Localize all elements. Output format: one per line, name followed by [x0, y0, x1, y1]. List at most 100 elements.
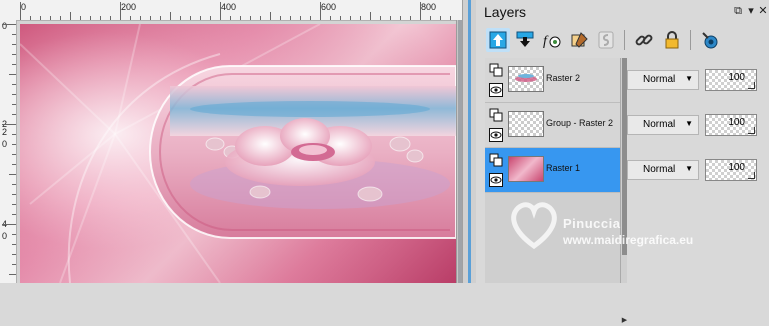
- palette-title-bar[interactable]: Layers ⧉ ▾ ✕: [476, 0, 769, 24]
- scroll-down-arrow-icon[interactable]: ▶: [621, 316, 628, 326]
- ruler-tick: [12, 214, 16, 215]
- ruler-tick: [310, 16, 311, 20]
- new-raster-layer-button[interactable]: [486, 28, 510, 52]
- ruler-tick: [12, 194, 16, 195]
- ruler-tick: [12, 54, 16, 55]
- ruler-tick: [130, 16, 131, 20]
- ruler-tick: [80, 16, 81, 20]
- ruler-tick: [140, 16, 141, 20]
- layer-row-raster-1[interactable]: Raster 1: [485, 148, 620, 193]
- ruler-tick: [380, 16, 381, 20]
- layer-name: Group - Raster 2: [546, 118, 614, 128]
- ruler-tick: [12, 164, 16, 165]
- opacity-slider-grip[interactable]: [748, 127, 755, 134]
- layer-row-raster-2[interactable]: Raster 2: [485, 58, 620, 103]
- blend-mode-dropdown[interactable]: Normal ▼: [627, 115, 699, 135]
- new-vector-layer-button[interactable]: [513, 28, 537, 52]
- close-icon[interactable]: ✕: [755, 3, 769, 19]
- ruler-tick: [450, 16, 451, 20]
- ruler-tick: [12, 204, 16, 205]
- ruler-tick: [90, 16, 91, 20]
- ruler-tick: [350, 16, 351, 20]
- blend-mode-dropdown[interactable]: Normal ▼: [627, 70, 699, 90]
- opacity-slider-grip[interactable]: [748, 82, 755, 89]
- ruler-tick: [12, 84, 16, 85]
- layer-visibility-button[interactable]: [698, 28, 722, 52]
- ruler-tick: [12, 34, 16, 35]
- layer-type-icon: [488, 152, 504, 168]
- watermark-url: www.maidiregrafica.eu: [563, 233, 694, 247]
- watermark-name: Pinuccia: [563, 216, 621, 231]
- heart-logo-icon: [511, 202, 557, 250]
- ruler-tick: [12, 244, 16, 245]
- ruler-tick: [240, 16, 241, 20]
- ruler-tick: [400, 16, 401, 20]
- ruler-tick: [170, 12, 171, 20]
- lock-icon: [665, 31, 679, 49]
- link-layer-icon: [598, 31, 614, 49]
- ruler-tick: [50, 16, 51, 20]
- new-vector-layer-icon: [516, 31, 534, 47]
- ruler-tick: [230, 16, 231, 20]
- layer-visibility-icon: [702, 32, 718, 49]
- layer-type-icon: [488, 107, 504, 123]
- blend-mode-dropdown[interactable]: Normal ▼: [627, 160, 699, 180]
- ruler-tick: [200, 16, 201, 20]
- link-layer-button[interactable]: [594, 28, 618, 52]
- eye-icon[interactable]: [488, 82, 504, 98]
- ruler-tick: [12, 154, 16, 155]
- toolbar-separator: [690, 30, 691, 50]
- layer-properties-row: Normal ▼ 100: [627, 148, 769, 192]
- svg-text:f: f: [543, 34, 549, 49]
- ruler-tick: [440, 16, 441, 20]
- image-canvas[interactable]: [20, 24, 456, 283]
- eye-icon[interactable]: [488, 172, 504, 188]
- layer-properties-button[interactable]: [567, 28, 591, 52]
- chevron-down-icon: ▼: [685, 119, 693, 128]
- eye-icon[interactable]: [488, 127, 504, 143]
- layer-name: Raster 1: [546, 163, 581, 173]
- opacity-slider-grip[interactable]: [748, 172, 755, 179]
- ruler-tick: [12, 184, 16, 185]
- chain-link-icon: [635, 34, 653, 46]
- horizontal-ruler: 0 200 400 600 800: [0, 0, 462, 21]
- ruler-label: 0: [2, 231, 8, 241]
- toolbar-separator: [624, 30, 625, 50]
- ruler-tick: [20, 2, 21, 20]
- opacity-value: 100: [728, 162, 745, 173]
- effects-button[interactable]: f: [540, 28, 564, 52]
- ruler-tick: [320, 2, 321, 20]
- blend-mode-value: Normal: [643, 74, 676, 85]
- ruler-label: 0: [2, 139, 8, 149]
- ruler-tick: [12, 234, 16, 235]
- opacity-value: 100: [728, 72, 745, 83]
- ruler-tick: [260, 16, 261, 20]
- ruler-tick: [9, 174, 16, 175]
- layer-row-icons: [486, 62, 506, 102]
- image-workspace[interactable]: 0 200 400 600 800 0 2 2 0 4 0: [0, 0, 463, 283]
- palette-title: Layers: [484, 4, 527, 20]
- ruler-tick: [210, 16, 211, 20]
- ruler-tick: [370, 12, 371, 20]
- ruler-tick: [12, 64, 16, 65]
- opacity-field[interactable]: 100: [705, 159, 757, 181]
- ruler-label: 400: [221, 2, 237, 12]
- ruler-tick: [300, 16, 301, 20]
- layer-row-group-raster-2[interactable]: Group - Raster 2: [485, 103, 620, 148]
- ruler-tick: [290, 16, 291, 20]
- blend-mode-value: Normal: [643, 164, 676, 175]
- ruler-tick: [40, 16, 41, 20]
- ruler-tick: [12, 114, 16, 115]
- opacity-field[interactable]: 100: [705, 69, 757, 91]
- ruler-tick: [9, 74, 16, 75]
- ruler-label: 0: [21, 2, 27, 12]
- layer-row-icons: [486, 107, 506, 147]
- ruler-tick: [190, 16, 191, 20]
- chain-link-button[interactable]: [632, 28, 656, 52]
- ruler-tick: [12, 94, 16, 95]
- artwork: [20, 24, 456, 283]
- ruler-tick: [2, 224, 16, 225]
- lock-button[interactable]: [660, 28, 684, 52]
- opacity-field[interactable]: 100: [705, 114, 757, 136]
- fx-effects-icon: f: [543, 34, 561, 49]
